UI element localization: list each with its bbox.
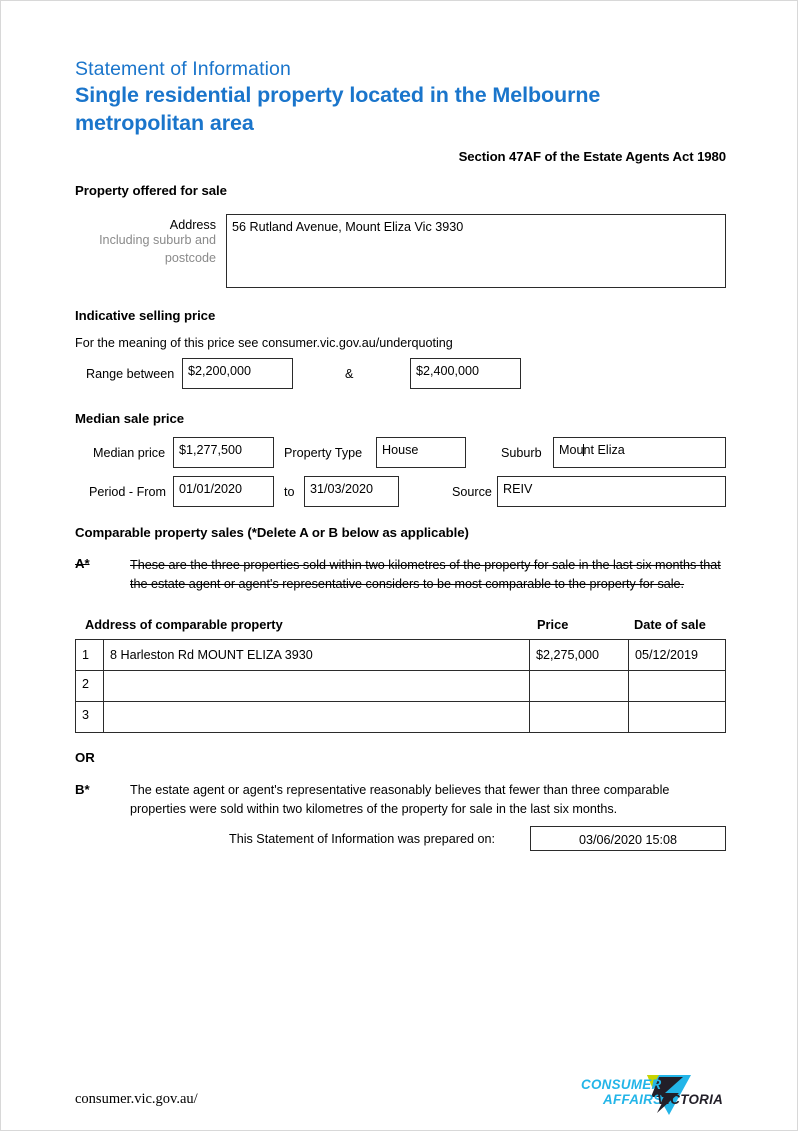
address-input[interactable]: 56 Rutland Avenue, Mount Eliza Vic 3930: [226, 214, 726, 288]
row-date[interactable]: 05/12/2019: [628, 639, 726, 671]
address-sublabel-line2: postcode: [164, 251, 216, 265]
period-to-label: to: [284, 485, 295, 499]
consumer-affairs-victoria-logo: CONSUMER AFFAIRS VICTORIA: [579, 1071, 729, 1119]
table-row[interactable]: 2: [75, 670, 726, 702]
range-between-label: Range between: [86, 367, 175, 381]
property-type-input[interactable]: House: [376, 437, 466, 468]
row-date[interactable]: [628, 701, 726, 733]
option-a-marker: A*: [75, 556, 90, 571]
row-price[interactable]: [529, 670, 629, 702]
row-date[interactable]: [628, 670, 726, 702]
source-label: Source: [452, 485, 492, 499]
suburb-input[interactable]: Mount Eliza: [553, 437, 726, 468]
table-header-price: Price: [537, 617, 569, 632]
row-number: 3: [75, 701, 104, 733]
page-title: Single residential property located in t…: [75, 83, 601, 135]
option-a-text: These are the three properties sold with…: [130, 558, 721, 591]
logo-text-consumer: CONSUMER: [581, 1077, 662, 1092]
suburb-value-after-caret: nt Eliza: [583, 443, 625, 457]
period-from-input[interactable]: 01/01/2020: [173, 476, 274, 507]
median-price-input[interactable]: $1,277,500: [173, 437, 274, 468]
comparable-sales-table: 1 8 Harleston Rd MOUNT ELIZA 3930 $2,275…: [75, 639, 726, 733]
or-separator-label: OR: [75, 750, 95, 765]
footer-website-url[interactable]: consumer.vic.gov.au/: [75, 1091, 198, 1108]
address-sublabel-line1: Including suburb and: [99, 233, 216, 247]
option-b-text: The estate agent or agent's representati…: [130, 783, 670, 816]
prepared-on-value[interactable]: 03/06/2020 15:08: [530, 826, 726, 851]
row-price[interactable]: $2,275,000: [529, 639, 629, 671]
document-eyebrow-title: Statement of Information: [75, 58, 291, 80]
row-address[interactable]: [103, 701, 530, 733]
row-price[interactable]: [529, 701, 629, 733]
section-heading-indicative-price: Indicative selling price: [75, 308, 216, 323]
table-row[interactable]: 3: [75, 701, 726, 733]
legislation-reference: Section 47AF of the Estate Agents Act 19…: [458, 149, 727, 164]
logo-wordmark: CONSUMER AFFAIRS VICTORIA: [579, 1077, 729, 1113]
period-to-input[interactable]: 31/03/2020: [304, 476, 399, 507]
table-header-date: Date of sale: [634, 617, 706, 632]
period-from-label: Period - From: [89, 485, 166, 499]
row-number: 1: [75, 639, 104, 671]
median-price-label: Median price: [93, 446, 166, 460]
logo-text-affairs: AFFAIRS: [603, 1092, 663, 1107]
section-heading-comparable-sales: Comparable property sales (*Delete A or …: [75, 525, 469, 540]
table-row[interactable]: 1 8 Harleston Rd MOUNT ELIZA 3930 $2,275…: [75, 639, 726, 671]
prepared-on-label: This Statement of Information was prepar…: [229, 832, 496, 846]
row-address[interactable]: 8 Harleston Rd MOUNT ELIZA 3930: [103, 639, 530, 671]
price-range-low-input[interactable]: $2,200,000: [182, 358, 293, 389]
row-number: 2: [75, 670, 104, 702]
suburb-value-before-caret: Mou: [559, 443, 584, 457]
statement-of-information-page: Statement of Information Single resident…: [0, 0, 798, 1131]
source-input[interactable]: REIV: [497, 476, 726, 507]
price-range-high-input[interactable]: $2,400,000: [410, 358, 521, 389]
property-type-label: Property Type: [284, 446, 363, 460]
row-address[interactable]: [103, 670, 530, 702]
section-heading-property-offered: Property offered for sale: [75, 183, 227, 198]
range-ampersand: &: [345, 367, 354, 381]
suburb-label: Suburb: [501, 446, 542, 460]
option-b-marker: B*: [75, 782, 90, 797]
table-header-address: Address of comparable property: [85, 617, 283, 632]
section-heading-median-price: Median sale price: [75, 411, 185, 426]
underquoting-note: For the meaning of this price see consum…: [75, 336, 453, 350]
logo-text-victoria: VICTORIA: [657, 1092, 724, 1107]
